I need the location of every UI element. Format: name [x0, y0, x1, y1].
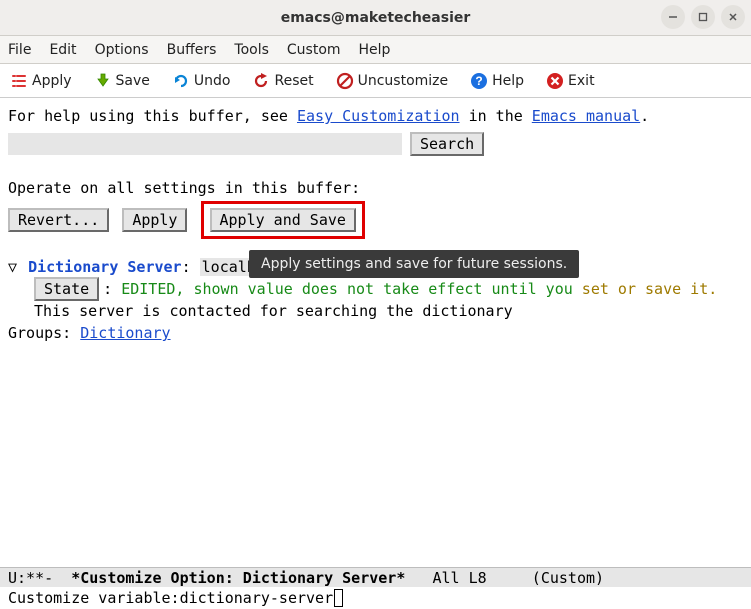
modeline-buffer-name: *Customize Option: Dictionary Server* — [62, 569, 405, 587]
toolbar-reset[interactable]: Reset — [252, 72, 313, 90]
toolbar-save[interactable]: Save — [94, 72, 150, 90]
toolbar-help[interactable]: ? Help — [470, 72, 524, 90]
toolbar-exit-label: Exit — [568, 73, 595, 89]
prohibit-icon — [336, 72, 354, 90]
minibuffer-input[interactable]: dictionary-server — [180, 589, 334, 607]
maximize-button[interactable] — [691, 5, 715, 29]
undo-icon — [172, 72, 190, 90]
toolbar-undo-label: Undo — [194, 73, 231, 89]
caret-icon — [334, 589, 343, 607]
modeline: U:**- *Customize Option: Dictionary Serv… — [0, 567, 751, 587]
menu-custom[interactable]: Custom — [287, 42, 341, 58]
revert-button[interactable]: Revert... — [8, 208, 109, 232]
toolbar-exit[interactable]: Exit — [546, 72, 595, 90]
minibuffer[interactable]: Customize variable: dictionary-server — [0, 587, 751, 609]
settings-button-row: Revert... Apply Apply and Save — [8, 201, 743, 239]
toolbar-help-label: Help — [492, 73, 524, 89]
toolbar-uncustomize-label: Uncustomize — [358, 73, 449, 89]
state-line: State: EDITED, shown value does not take… — [8, 277, 743, 301]
help-line-prefix: For help using this buffer, see — [8, 107, 297, 125]
setting-description: This server is contacted for searching t… — [8, 301, 743, 321]
toolbar-undo[interactable]: Undo — [172, 72, 231, 90]
toolbar-apply[interactable]: Apply — [10, 72, 72, 90]
menu-tools[interactable]: Tools — [234, 42, 269, 58]
apply-and-save-button[interactable]: Apply and Save — [210, 208, 356, 232]
menu-options[interactable]: Options — [95, 42, 149, 58]
toolbar-reset-label: Reset — [274, 73, 313, 89]
customize-buffer: For help using this buffer, see Easy Cus… — [0, 98, 751, 343]
titlebar: emacs@maketecheasier — [0, 0, 751, 36]
easy-customization-link[interactable]: Easy Customization — [297, 107, 460, 125]
help-line: For help using this buffer, see Easy Cus… — [8, 106, 743, 126]
menu-help[interactable]: Help — [359, 42, 391, 58]
window-buttons — [661, 5, 745, 29]
list-icon — [10, 72, 28, 90]
tooltip: Apply settings and save for future sessi… — [249, 250, 579, 278]
modeline-right: All L8 (Custom) — [405, 569, 604, 587]
search-input[interactable] — [8, 133, 402, 155]
minimize-button[interactable] — [661, 5, 685, 29]
groups-line: Groups: Dictionary — [8, 323, 743, 343]
state-text: EDITED, shown value does not take effect… — [121, 280, 582, 298]
dictionary-group-link[interactable]: Dictionary — [80, 324, 170, 342]
reset-icon — [252, 72, 270, 90]
help-line-mid: in the — [460, 107, 532, 125]
disclosure-triangle-icon[interactable]: ▽ — [8, 258, 17, 276]
emacs-manual-link[interactable]: Emacs manual — [532, 107, 640, 125]
toolbar-save-label: Save — [116, 73, 150, 89]
state-button[interactable]: State — [34, 277, 99, 301]
minibuffer-prompt: Customize variable: — [8, 589, 180, 607]
apply-button[interactable]: Apply — [122, 208, 187, 232]
close-button[interactable] — [721, 5, 745, 29]
search-button[interactable]: Search — [410, 132, 484, 156]
modeline-left: U:**- — [8, 569, 62, 587]
menubar: File Edit Options Buffers Tools Custom H… — [0, 36, 751, 64]
groups-label: Groups: — [8, 324, 80, 342]
search-row: Search — [8, 132, 743, 156]
toolbar-uncustomize[interactable]: Uncustomize — [336, 72, 449, 90]
toolbar: Apply Save Undo Reset Uncustomize ? Help — [0, 64, 751, 98]
help-icon: ? — [470, 72, 488, 90]
save-arrow-icon — [94, 72, 112, 90]
menu-file[interactable]: File — [8, 42, 31, 58]
window-title: emacs@maketecheasier — [0, 10, 751, 26]
setting-name[interactable]: Dictionary Server — [28, 258, 182, 276]
operate-line: Operate on all settings in this buffer: — [8, 178, 743, 198]
toolbar-apply-label: Apply — [32, 73, 72, 89]
close-circle-icon — [546, 72, 564, 90]
menu-buffers[interactable]: Buffers — [167, 42, 217, 58]
svg-text:?: ? — [475, 74, 482, 88]
state-text-tail: set or save it. — [582, 280, 717, 298]
apply-save-highlight: Apply and Save — [201, 201, 365, 239]
help-line-suffix: . — [640, 107, 649, 125]
menu-edit[interactable]: Edit — [49, 42, 76, 58]
